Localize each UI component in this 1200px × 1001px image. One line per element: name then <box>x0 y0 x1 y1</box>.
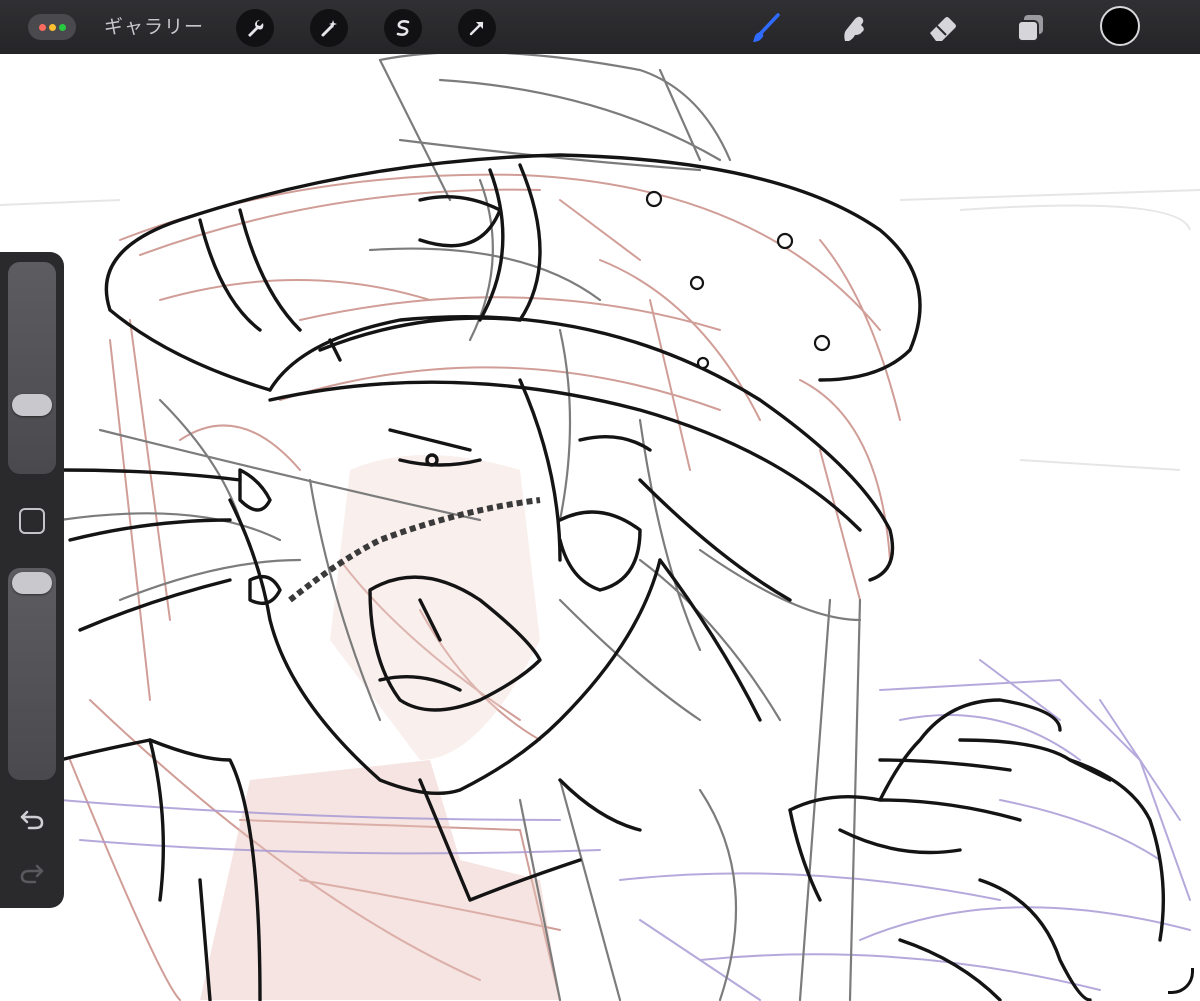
menu-dots-icon[interactable] <box>28 14 76 40</box>
left-sidebar <box>0 252 64 908</box>
smudge-button[interactable] <box>834 8 874 48</box>
brush-size-handle[interactable] <box>12 394 52 416</box>
adjustments-button[interactable] <box>310 9 348 47</box>
redo-icon <box>19 863 45 889</box>
actions-button[interactable] <box>236 9 274 47</box>
opacity-handle[interactable] <box>12 572 52 594</box>
eraser-icon <box>925 11 959 45</box>
layers-icon <box>1013 11 1047 45</box>
brush-size-slider[interactable] <box>8 262 56 474</box>
opacity-slider[interactable] <box>8 568 56 780</box>
wrench-icon <box>245 18 265 38</box>
dot-green <box>58 23 66 31</box>
brush-button[interactable] <box>746 8 786 48</box>
layers-button[interactable] <box>1010 8 1050 48</box>
undo-icon <box>19 809 45 835</box>
selection-s-icon <box>393 18 413 38</box>
magic-wand-icon <box>319 18 339 38</box>
drawing-canvas[interactable] <box>0 0 1200 1001</box>
dot-red <box>38 23 46 31</box>
arrow-transform-icon <box>467 18 487 38</box>
redo-button[interactable] <box>16 862 48 890</box>
eraser-button[interactable] <box>922 8 962 48</box>
gallery-button[interactable]: ギャラリー <box>104 14 204 40</box>
undo-button[interactable] <box>16 808 48 836</box>
modify-square-icon[interactable] <box>19 508 45 534</box>
selection-button[interactable] <box>384 9 422 47</box>
smudge-icon <box>837 11 871 45</box>
dot-yellow <box>48 23 56 31</box>
top-toolbar: ギャラリー <box>0 0 1200 54</box>
brush-icon <box>749 11 783 45</box>
color-picker-button[interactable] <box>1100 6 1140 46</box>
transform-button[interactable] <box>458 9 496 47</box>
